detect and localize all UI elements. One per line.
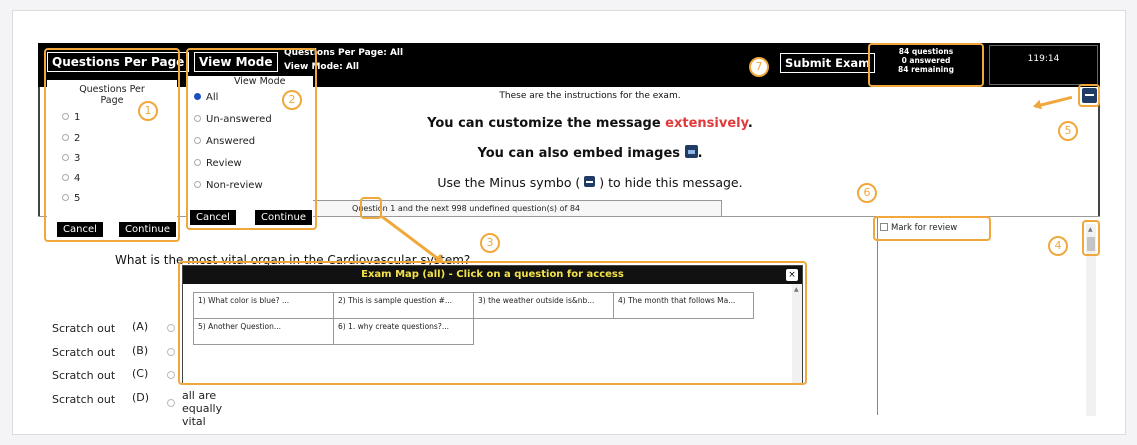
- callout-4: 4: [1048, 236, 1068, 256]
- instructions-line-4b: ) to hide this message.: [599, 175, 743, 190]
- instructions-line-2a: You can customize the message: [427, 116, 666, 131]
- highlight-minus: [1078, 84, 1100, 107]
- answer-letter-d: (D): [132, 391, 150, 404]
- callout-5: 5: [1058, 121, 1078, 141]
- answer-row-a: Scratch out (A): [52, 320, 175, 335]
- exam-timer: 119:14: [989, 45, 1098, 85]
- instructions-line-3: You can also embed images .: [477, 145, 703, 161]
- callout-1: 1: [138, 101, 158, 121]
- instructions-line-2: You can customize the message extensivel…: [330, 116, 850, 131]
- minus-icon: [584, 176, 596, 187]
- scratch-out-c[interactable]: Scratch out: [52, 369, 115, 382]
- scratch-out-d[interactable]: Scratch out: [52, 393, 115, 406]
- callout-3: 3: [480, 233, 500, 253]
- answer-letter-a: (A): [132, 320, 149, 333]
- answer-radio-b[interactable]: [167, 348, 175, 356]
- embedded-image-icon: [684, 145, 698, 158]
- highlight-questions-per-page: [44, 48, 180, 242]
- scratch-out-b[interactable]: Scratch out: [52, 346, 115, 359]
- highlight-counts: [868, 43, 984, 87]
- answer-row-b: Scratch out (B): [52, 344, 175, 359]
- callout-7: 7: [749, 57, 769, 77]
- answer-row-d: Scratch out (D) all are equally vital: [52, 389, 222, 428]
- answer-radio-d[interactable]: [167, 399, 175, 407]
- instructions-emphasis: extensively: [665, 116, 748, 131]
- answer-text-d: all are equally vital: [182, 389, 223, 428]
- frame-left: [38, 87, 40, 217]
- instructions-line-4a: Use the Minus symbo (: [437, 175, 581, 190]
- highlight-map-icon: [360, 197, 382, 219]
- highlight-view-mode: [186, 48, 317, 230]
- instructions-line-2c: .: [747, 116, 753, 131]
- instructions-line-3-text: You can also embed images: [477, 146, 681, 161]
- answer-letter-c: (C): [132, 367, 149, 380]
- scratch-out-a[interactable]: Scratch out: [52, 322, 115, 335]
- highlight-exam-map: [178, 261, 807, 385]
- callout-6: 6: [857, 183, 877, 203]
- highlight-scrollbar: [1082, 220, 1100, 256]
- answer-radio-c[interactable]: [167, 371, 175, 379]
- instructions-line-1: These are the instructions for the exam.: [499, 91, 681, 101]
- callout-2: 2: [282, 90, 302, 110]
- answer-letter-b: (B): [132, 344, 149, 357]
- answer-row-c: Scratch out (C): [52, 367, 175, 382]
- answer-radio-a[interactable]: [167, 324, 175, 332]
- submit-exam-button[interactable]: Submit Exam: [780, 53, 876, 73]
- frame-right: [1098, 87, 1100, 217]
- instructions-panel: These are the instructions for the exam.…: [330, 88, 850, 190]
- instructions-line-4: Use the Minus symbo ( ) to hide this mes…: [330, 175, 850, 190]
- highlight-review: [873, 216, 991, 241]
